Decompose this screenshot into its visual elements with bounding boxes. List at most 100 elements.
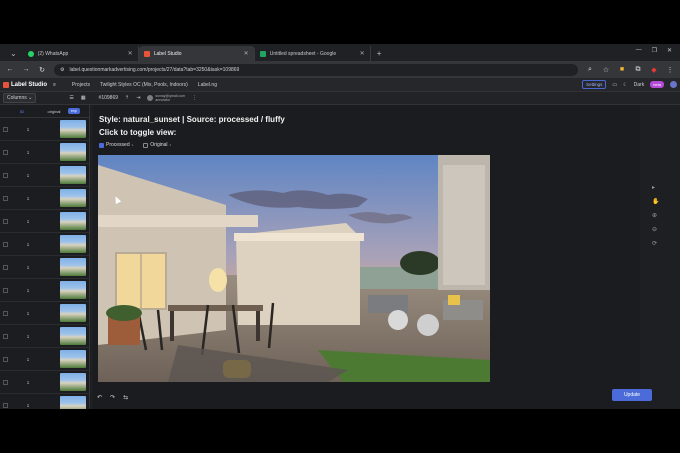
table-row[interactable]: 1 (0, 256, 89, 279)
table-row[interactable]: 1 (0, 394, 89, 409)
hand-tool-icon[interactable]: ✋ (652, 198, 659, 205)
breadcrumb-project[interactable]: Twilight Styles OC (Mix, Pools, Indoors) (100, 82, 188, 88)
settings-button[interactable]: Settings (582, 80, 607, 89)
row-thumbnail[interactable] (60, 281, 86, 299)
table-row[interactable]: 1 (0, 141, 89, 164)
panel-toggle-icon[interactable]: ▭ (612, 82, 617, 88)
table-row[interactable]: 1 (0, 302, 89, 325)
row-thumbnail[interactable] (60, 258, 86, 276)
choice-original[interactable]: Original 2 (143, 142, 171, 148)
choice-label: Processed (106, 142, 130, 148)
row-thumbnail[interactable] (60, 166, 86, 184)
table-row[interactable]: 1 (0, 371, 89, 394)
undo-icon[interactable]: ↶ (97, 394, 102, 401)
tab-title: (2) WhatsApp (37, 50, 69, 57)
breadcrumb-projects[interactable]: Projects (72, 82, 90, 88)
new-tab-button[interactable]: + (371, 46, 388, 61)
moon-icon[interactable]: ☾ (623, 82, 627, 88)
list-view-icon[interactable]: ☰ (69, 95, 73, 101)
row-thumbnail[interactable] (60, 350, 86, 368)
hamburger-menu-icon[interactable]: ≡ (53, 82, 56, 88)
table-row[interactable]: 1 (0, 187, 89, 210)
menu-kebab-icon[interactable]: ⋮ (666, 66, 674, 74)
close-icon[interactable]: ✕ (128, 50, 133, 57)
grid-view-icon[interactable]: ▦ (81, 95, 86, 101)
row-thumbnail[interactable] (60, 143, 86, 161)
table-row[interactable]: 1 (0, 348, 89, 371)
columns-label: Columns (7, 95, 27, 101)
rotate-icon[interactable]: ⟳ (652, 240, 659, 247)
zoom-icon[interactable]: ⌕ (586, 66, 594, 74)
close-icon[interactable]: ✕ (360, 50, 365, 57)
app-logo[interactable]: Label Studio (3, 81, 47, 88)
choice-processed[interactable]: Processed 1 (99, 142, 133, 148)
row-id: 1 (26, 195, 30, 201)
hotkey-hint: 1 (131, 143, 134, 147)
reload-icon[interactable]: ↻ (38, 66, 46, 74)
row-id: 1 (26, 241, 30, 247)
toggle-instruction: Click to toggle view: (99, 128, 177, 137)
reset-icon[interactable]: ⇆ (123, 394, 128, 401)
forward-icon[interactable]: → (22, 66, 30, 73)
row-id: 1 (26, 172, 30, 178)
table-row[interactable]: 1 (0, 233, 89, 256)
row-id: 1 (26, 333, 30, 339)
browser-tab-whatsapp[interactable]: (2) WhatsApp ✕ (23, 46, 139, 61)
zoom-out-icon[interactable]: ⊖ (652, 226, 659, 233)
bottom-controls: ↶ ↷ ⇆ Update (93, 385, 652, 409)
task-image[interactable] (98, 155, 490, 382)
row-thumbnail[interactable] (60, 327, 86, 345)
back-icon[interactable]: ← (6, 66, 14, 73)
browser-tab-label-studio[interactable]: Label Studio ✕ (138, 46, 255, 61)
breadcrumb: Projects Twilight Styles OC (Mix, Pools,… (72, 82, 217, 88)
image-tools: ▸ ✋ ⊕ ⊖ ⟳ (652, 184, 659, 247)
close-icon[interactable]: ✕ (244, 50, 249, 57)
checkbox-processed[interactable] (99, 142, 104, 148)
maximize-icon[interactable]: ❐ (652, 47, 657, 54)
table-row[interactable]: 1 (0, 210, 89, 233)
row-thumbnail[interactable] (60, 235, 86, 253)
close-window-icon[interactable]: ✕ (667, 47, 672, 54)
bookmark-star-icon[interactable]: ☆ (602, 66, 610, 74)
url-input[interactable]: ⚙ label.questionmarkadvertising.com/proj… (54, 63, 578, 76)
extension-folder-icon[interactable]: ■ (618, 66, 626, 73)
columns-dropdown[interactable]: Columns ⌄ (3, 93, 37, 103)
header-id[interactable]: ID (0, 109, 40, 114)
browser-tab-spreadsheet[interactable]: Untitled spreadsheet - Google ✕ (255, 46, 371, 61)
extensions-icon[interactable]: ⧉ (634, 66, 642, 74)
zoom-in-icon[interactable]: ⊕ (652, 212, 659, 219)
redo-icon[interactable]: ↷ (110, 394, 115, 401)
app-name: Label Studio (11, 81, 47, 88)
row-thumbnail[interactable] (60, 189, 86, 207)
update-button[interactable]: Update (612, 389, 652, 401)
task-list: ID original exp 1 1 1 1 1 1 1 1 1 1 1 1 1 (0, 105, 90, 409)
row-thumbnail[interactable] (60, 396, 86, 409)
header-original[interactable]: original (40, 109, 68, 114)
header-exp[interactable]: exp (68, 108, 80, 114)
tab-search-icon[interactable]: ⌄ (4, 46, 23, 61)
app-window: ⌄ (2) WhatsApp ✕ Label Studio ✕ Untitled… (0, 44, 680, 409)
row-id: 1 (26, 126, 30, 132)
history-up-icon[interactable]: ⇡ (125, 95, 129, 101)
more-options-icon[interactable]: ⋮ (192, 95, 197, 101)
site-info-icon[interactable]: ⚙ (60, 67, 64, 73)
table-row[interactable]: 1 (0, 279, 89, 302)
link-icon[interactable]: ⇥ (136, 95, 140, 101)
row-thumbnail[interactable] (60, 373, 86, 391)
table-row[interactable]: 1 (0, 118, 89, 141)
choice-label: Original (150, 142, 168, 148)
row-thumbnail[interactable] (60, 212, 86, 230)
whatsapp-icon (27, 50, 34, 57)
minimize-icon[interactable]: — (636, 47, 642, 54)
table-row[interactable]: 1 (0, 164, 89, 187)
row-thumbnail[interactable] (60, 304, 86, 322)
table-row[interactable]: 1 (0, 325, 89, 348)
extension-red-icon[interactable]: ◆ (650, 66, 658, 74)
pointer-tool-icon[interactable]: ▸ (652, 184, 659, 191)
avatar[interactable] (670, 81, 677, 88)
row-id: 1 (26, 287, 30, 293)
row-thumbnail[interactable] (60, 120, 86, 138)
checkbox-original[interactable] (143, 142, 149, 148)
theme-label[interactable]: Dark (634, 82, 645, 88)
breadcrumb-labeling[interactable]: Label.ng (198, 82, 217, 88)
